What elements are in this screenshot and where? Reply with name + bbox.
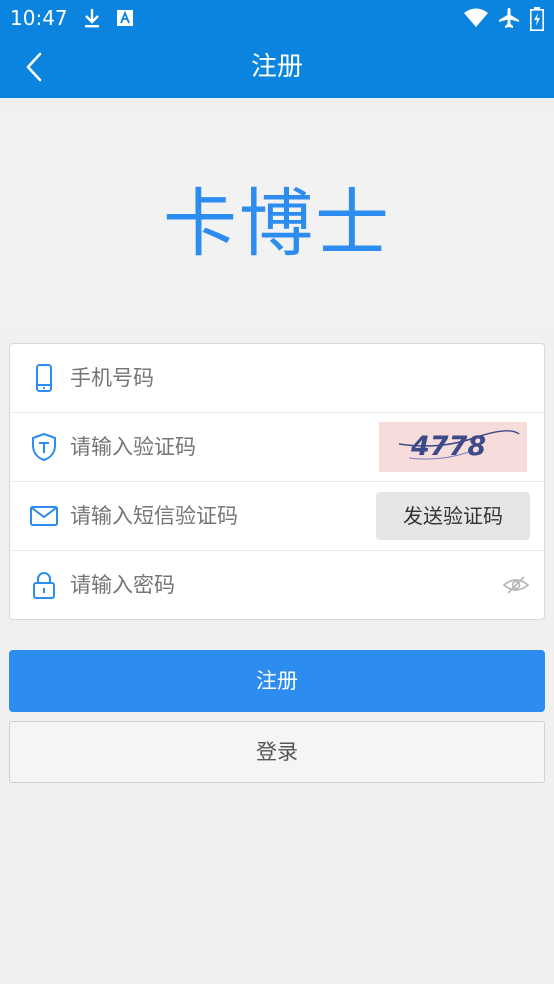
captcha-row: 4778 xyxy=(10,413,544,482)
sms-code-input[interactable] xyxy=(70,482,370,550)
eye-hidden-icon[interactable] xyxy=(502,573,530,597)
logo-area: 卡博士 xyxy=(0,114,554,326)
app-logo: 卡博士 xyxy=(163,181,391,267)
lock-icon xyxy=(33,572,55,599)
password-input[interactable] xyxy=(70,551,370,619)
password-row xyxy=(10,551,544,620)
phone-input[interactable] xyxy=(70,344,370,412)
app-bar: 注册 xyxy=(0,36,554,98)
shield-icon xyxy=(32,433,56,461)
register-button[interactable]: 注册 xyxy=(9,650,545,712)
register-form: 4778 发送验证码 xyxy=(9,343,545,620)
page-title: 注册 xyxy=(250,52,303,82)
phone-row xyxy=(10,344,544,413)
captcha-image[interactable]: 4778 xyxy=(379,422,527,472)
phone-icon xyxy=(36,364,52,392)
download-icon xyxy=(85,9,99,28)
font-icon xyxy=(117,10,133,26)
sms-row: 发送验证码 xyxy=(10,482,544,551)
airplane-icon xyxy=(499,8,519,28)
battery-icon xyxy=(530,7,544,31)
wifi-icon xyxy=(464,8,488,27)
status-bar: 10:47 xyxy=(0,0,554,36)
status-time: 10:47 xyxy=(10,6,68,30)
login-button[interactable]: 登录 xyxy=(9,721,545,783)
send-code-button[interactable]: 发送验证码 xyxy=(376,492,530,540)
captcha-input[interactable] xyxy=(70,413,370,481)
mail-icon xyxy=(30,506,58,526)
